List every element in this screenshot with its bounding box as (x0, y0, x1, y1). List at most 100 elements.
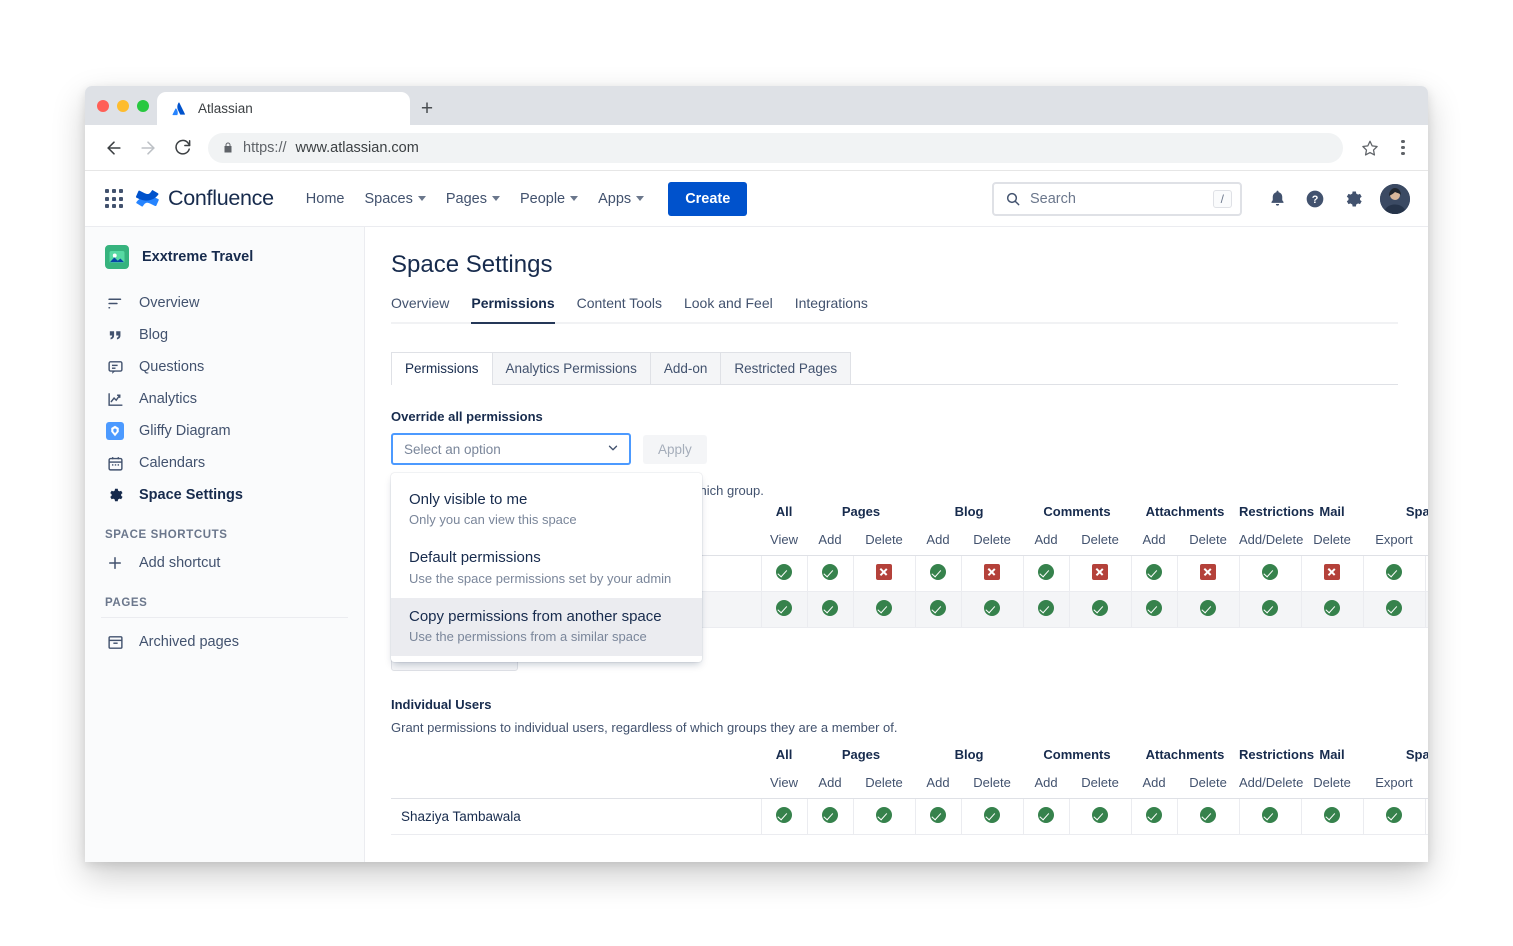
sidebar-item-add-shortcut[interactable]: Add shortcut (85, 547, 364, 579)
apply-button[interactable]: Apply (643, 435, 707, 464)
check-icon (1262, 807, 1278, 823)
subtab-add-on[interactable]: Add-on (650, 352, 722, 384)
new-tab-button[interactable]: + (410, 92, 444, 125)
nav-item-pages[interactable]: Pages (436, 184, 510, 214)
app-switcher-grid-icon[interactable] (99, 184, 129, 214)
maximize-window-button[interactable] (137, 100, 149, 112)
permission-cell (1425, 592, 1428, 628)
permission-cell (1023, 799, 1069, 835)
url-scheme: https:// (243, 140, 287, 156)
nav-item-home[interactable]: Home (296, 184, 355, 214)
create-button[interactable]: Create (668, 182, 747, 216)
question-circle-icon[interactable]: ? (1298, 182, 1332, 216)
check-icon (984, 600, 1000, 616)
dropdown-option-title: Copy permissions from another space (409, 607, 684, 627)
sidebar-item-label: Overview (139, 295, 199, 311)
kebab-menu-icon[interactable] (1390, 132, 1416, 164)
cross-icon (876, 564, 892, 580)
minimize-window-button[interactable] (117, 100, 129, 112)
check-icon (930, 600, 946, 616)
permission-cell (1131, 556, 1177, 592)
tab-integrations[interactable]: Integrations (795, 295, 868, 322)
check-icon (1146, 807, 1162, 823)
plus-icon (105, 553, 125, 573)
permission-row-name: Shaziya Tambawala (391, 799, 761, 835)
close-window-button[interactable] (97, 100, 109, 112)
col-blog-delete: Delete (961, 526, 1023, 556)
chevron-down-icon (636, 196, 644, 201)
col-restrictions-add-delete: Add/Delete (1239, 526, 1301, 556)
check-icon (1200, 600, 1216, 616)
user-avatar[interactable] (1380, 184, 1410, 214)
check-icon (1092, 807, 1108, 823)
table-head: All Pages Blog Comments Attachments Rest… (391, 741, 1428, 799)
sidebar-item-calendars[interactable]: Calendars (85, 447, 364, 479)
nav-label: People (520, 191, 565, 207)
check-icon (1386, 600, 1402, 616)
permission-cell (1301, 799, 1363, 835)
space-header[interactable]: Exxtreme Travel (85, 245, 364, 269)
override-control-row: Select an option Apply Only visible to m… (391, 433, 1398, 465)
check-icon (776, 600, 792, 616)
check-icon (776, 564, 792, 580)
atlassian-icon (171, 101, 187, 117)
star-icon[interactable] (1354, 132, 1386, 164)
browser-tab[interactable]: Atlassian (157, 92, 410, 125)
override-select[interactable]: Select an option (391, 433, 631, 465)
nav-item-spaces[interactable]: Spaces (354, 184, 435, 214)
tab-look-and-feel[interactable]: Look and Feel (684, 295, 773, 322)
sidebar-item-analytics[interactable]: Analytics (85, 383, 364, 415)
permission-cell (1363, 799, 1425, 835)
col-group-space: Space (1363, 498, 1428, 526)
dropdown-option-copy-permissions-from-another-space[interactable]: Copy permissions from another space Use … (391, 598, 702, 656)
browser-tab-title: Atlassian (198, 101, 253, 116)
nav-item-people[interactable]: People (510, 184, 588, 214)
sidebar-item-gliffy-diagram[interactable]: Gliffy Diagram (85, 415, 364, 447)
subtab-permissions[interactable]: Permissions (391, 352, 493, 384)
col-attachments-delete: Delete (1177, 526, 1239, 556)
sidebar-item-overview[interactable]: Overview (85, 287, 364, 319)
tab-permissions[interactable]: Permissions (471, 295, 554, 322)
sidebar-heading-space-shortcuts: SPACE SHORTCUTS (85, 529, 364, 541)
reload-icon[interactable] (167, 133, 197, 163)
check-icon (876, 807, 892, 823)
nav-label: Apps (598, 191, 631, 207)
permission-cell (1425, 799, 1428, 835)
dropdown-option-subtitle: Only you can view this space (409, 511, 684, 529)
subtab-restricted-pages[interactable]: Restricted Pages (720, 352, 851, 384)
search-input[interactable]: Search / (992, 182, 1242, 216)
subtab-analytics-permissions[interactable]: Analytics Permissions (492, 352, 651, 384)
col-group-attachments: Attachments (1131, 498, 1239, 526)
url-input[interactable]: https:// www.atlassian.com (208, 133, 1343, 163)
col-blog-add: Add (915, 526, 961, 556)
sidebar-item-blog[interactable]: Blog (85, 319, 364, 351)
back-arrow-icon[interactable] (99, 133, 129, 163)
sidebar-item-label: Archived pages (139, 634, 239, 650)
gear-icon[interactable] (1336, 182, 1370, 216)
check-icon (1262, 564, 1278, 580)
col-comments-delete: Delete (1069, 526, 1131, 556)
dropdown-option-only-visible-to-me[interactable]: Only visible to me Only you can view thi… (391, 481, 702, 539)
permission-cell (807, 592, 853, 628)
check-icon (984, 807, 1000, 823)
col-comments-add: Add (1023, 526, 1069, 556)
sidebar-item-label: Analytics (139, 391, 197, 407)
sidebar-item-archived-pages[interactable]: Archived pages (85, 626, 364, 658)
dropdown-option-default-permissions[interactable]: Default permissions Use the space permis… (391, 539, 702, 597)
permission-cell (1301, 592, 1363, 628)
sidebar-item-questions[interactable]: Questions (85, 351, 364, 383)
sub-header-row: View Add Delete Add Delete Add Delete Ad… (391, 769, 1428, 799)
tab-overview[interactable]: Overview (391, 295, 449, 322)
calendar-icon (105, 453, 125, 473)
sidebar-item-space-settings[interactable]: Space Settings (85, 479, 364, 511)
dropdown-option-title: Only visible to me (409, 490, 684, 510)
bell-icon[interactable] (1260, 182, 1294, 216)
sidebar-item-label: Blog (139, 327, 168, 343)
cross-icon (1324, 564, 1340, 580)
confluence-logo[interactable]: Confluence (135, 186, 274, 212)
nav-item-apps[interactable]: Apps (588, 184, 654, 214)
tab-content-tools[interactable]: Content Tools (577, 295, 662, 322)
forward-arrow-icon[interactable] (133, 133, 163, 163)
lock-icon (222, 140, 234, 155)
permission-cell (1023, 556, 1069, 592)
